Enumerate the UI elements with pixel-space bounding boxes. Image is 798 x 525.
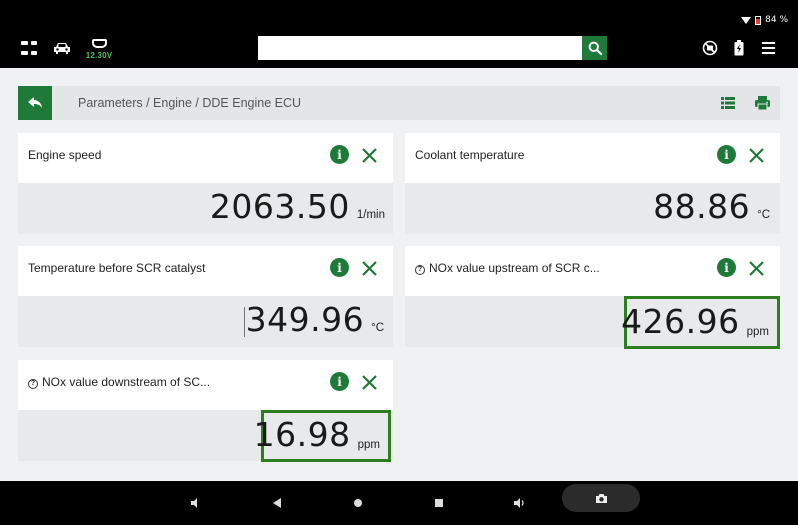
printer-icon <box>755 96 770 111</box>
close-icon[interactable] <box>747 146 766 165</box>
parameter-title-text: NOx value downstream of SC... <box>42 375 211 389</box>
home-nav-icon[interactable] <box>350 495 366 511</box>
parameter-title-text: NOx value upstream of SCR c... <box>429 261 600 275</box>
value-area: 88.86 °C <box>405 183 780 234</box>
breadcrumb: Parameters / Engine / DDE Engine ECU <box>78 96 302 110</box>
screenshot-button[interactable] <box>562 484 640 512</box>
apps-grid-icon[interactable] <box>21 40 37 56</box>
battery-charging-icon[interactable] <box>729 38 749 58</box>
volume-down-icon[interactable] <box>188 495 204 511</box>
back-arrow-icon <box>28 97 42 108</box>
card-header: ? NOx value downstream of SC... i <box>18 360 393 410</box>
value-area: 16.98 ppm <box>18 410 393 462</box>
card-header: Temperature before SCR catalyst i <box>18 246 393 296</box>
parameter-value: 349.96 <box>245 300 365 339</box>
recents-nav-icon[interactable] <box>431 495 447 511</box>
top-toolbar: 12.30V <box>0 30 798 68</box>
parameter-unit: °C <box>371 322 384 334</box>
info-icon[interactable]: i <box>717 258 736 277</box>
info-icon[interactable]: i <box>330 258 349 277</box>
parameter-unit: ppm <box>357 439 380 451</box>
value-display: 88.86 °C <box>653 187 770 231</box>
voltage-readout: 12.30V <box>85 50 113 60</box>
parameter-title: ? NOx value downstream of SC... <box>28 375 210 389</box>
card-header: Coolant temperature i <box>405 133 780 183</box>
no-connection-icon[interactable] <box>700 38 720 58</box>
parameter-title: Coolant temperature <box>415 148 525 162</box>
close-icon[interactable] <box>747 259 766 278</box>
obd-connector-icon <box>91 38 107 48</box>
info-icon[interactable]: i <box>330 145 349 164</box>
parameter-value: 426.96 <box>621 302 740 341</box>
search-input[interactable] <box>258 36 582 60</box>
parameter-unit: 1/min <box>356 209 385 221</box>
card-header: ? NOx value upstream of SCR c... i <box>405 246 780 296</box>
status-bar: 84 % <box>0 0 798 30</box>
parameter-unit: ppm <box>746 326 769 338</box>
main-content: Parameters / Engine / DDE Engine ECU Eng… <box>0 68 798 481</box>
parameter-unit: °C <box>757 209 770 221</box>
close-icon[interactable] <box>360 259 379 278</box>
parameter-title: Temperature before SCR catalyst <box>28 261 206 275</box>
wifi-icon <box>741 16 752 24</box>
parameter-title: ? NOx value upstream of SCR c... <box>415 261 600 275</box>
close-icon[interactable] <box>360 373 379 392</box>
obd-voltage-indicator[interactable]: 12.30V <box>86 36 112 62</box>
parameter-value: 2063.50 <box>209 187 350 226</box>
value-display-highlighted: 16.98 ppm <box>254 410 391 462</box>
parameter-card-coolant-temperature: Coolant temperature i 88.86 °C <box>405 133 780 234</box>
list-view-button[interactable] <box>720 95 736 111</box>
value-display: 2063.50 1/min <box>210 187 385 231</box>
parameter-title: Engine speed <box>28 148 102 162</box>
vehicle-icon[interactable] <box>53 40 71 56</box>
system-nav-bar <box>0 481 798 525</box>
battery-status-icon <box>755 15 762 25</box>
search-button[interactable] <box>582 36 607 60</box>
value-display: 349.96 °C <box>243 300 384 344</box>
text-cursor <box>243 307 245 337</box>
status-indicators: 84 % <box>741 15 788 25</box>
hamburger-menu-icon[interactable] <box>759 38 777 58</box>
parameter-card-nox-downstream: ? NOx value downstream of SC... i 16.98 p… <box>18 360 393 462</box>
info-icon[interactable]: i <box>717 145 736 164</box>
search-icon <box>588 41 602 55</box>
value-area: 349.96 °C <box>18 296 393 347</box>
parameter-card-temperature-before-scr: Temperature before SCR catalyst i 349.96… <box>18 246 393 347</box>
back-button[interactable] <box>18 86 52 120</box>
help-icon: ? <box>415 265 425 275</box>
back-nav-icon[interactable] <box>269 495 285 511</box>
value-area: 2063.50 1/min <box>18 183 393 234</box>
value-display-highlighted: 426.96 ppm <box>621 296 780 349</box>
parameter-card-engine-speed: Engine speed i 2063.50 1/min <box>18 133 393 234</box>
info-icon[interactable]: i <box>330 372 349 391</box>
volume-up-icon[interactable] <box>512 495 528 511</box>
parameter-card-nox-upstream: ? NOx value upstream of SCR c... i 426.96… <box>405 246 780 349</box>
list-view-icon <box>721 97 735 109</box>
search-bar <box>258 36 607 60</box>
value-area: 426.96 ppm <box>405 296 780 349</box>
parameter-value: 16.98 <box>253 415 351 454</box>
close-icon[interactable] <box>360 146 379 165</box>
card-header: Engine speed i <box>18 133 393 183</box>
camera-icon <box>595 493 607 503</box>
print-button[interactable] <box>754 95 771 111</box>
help-icon: ? <box>28 379 38 389</box>
breadcrumb-bar: Parameters / Engine / DDE Engine ECU <box>18 86 780 120</box>
battery-percent: 84 % <box>765 15 788 25</box>
parameter-value: 88.86 <box>653 187 751 226</box>
